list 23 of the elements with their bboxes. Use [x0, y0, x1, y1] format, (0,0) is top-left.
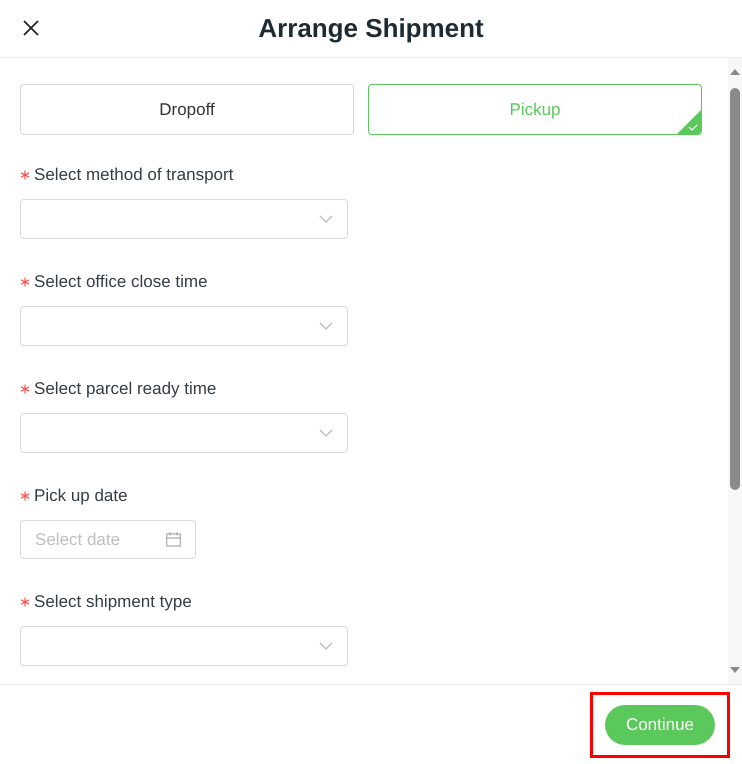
- chevron-down-icon: [319, 215, 333, 223]
- dropdown-field[interactable]: [20, 306, 348, 346]
- scroll-down-arrow-icon[interactable]: [729, 666, 741, 674]
- date-field[interactable]: Select date: [20, 520, 196, 559]
- field-label: Pick up date: [34, 486, 128, 506]
- field-label: Select parcel ready time: [34, 379, 216, 399]
- chevron-down-icon: [319, 322, 333, 330]
- dropdown-field[interactable]: [20, 413, 348, 453]
- dialog-title: Arrange Shipment: [258, 13, 484, 44]
- scrollbar[interactable]: [728, 58, 742, 684]
- checkmark-corner-icon: [677, 110, 701, 134]
- dropdown-field[interactable]: [20, 626, 348, 666]
- continue-button[interactable]: Continue: [604, 704, 715, 744]
- mode-tab[interactable]: Dropoff: [20, 84, 354, 135]
- chevron-down-icon: [319, 642, 333, 650]
- dropdown-field[interactable]: [20, 199, 348, 239]
- calendar-icon: [166, 532, 181, 547]
- field-label: Select office close time: [34, 272, 208, 292]
- scroll-up-arrow-icon[interactable]: [729, 68, 741, 76]
- field-label: Select method of transport: [34, 165, 234, 185]
- field-label: Select shipment type: [34, 592, 192, 612]
- mode-tab[interactable]: Pickup: [368, 84, 702, 135]
- chevron-down-icon: [319, 429, 333, 437]
